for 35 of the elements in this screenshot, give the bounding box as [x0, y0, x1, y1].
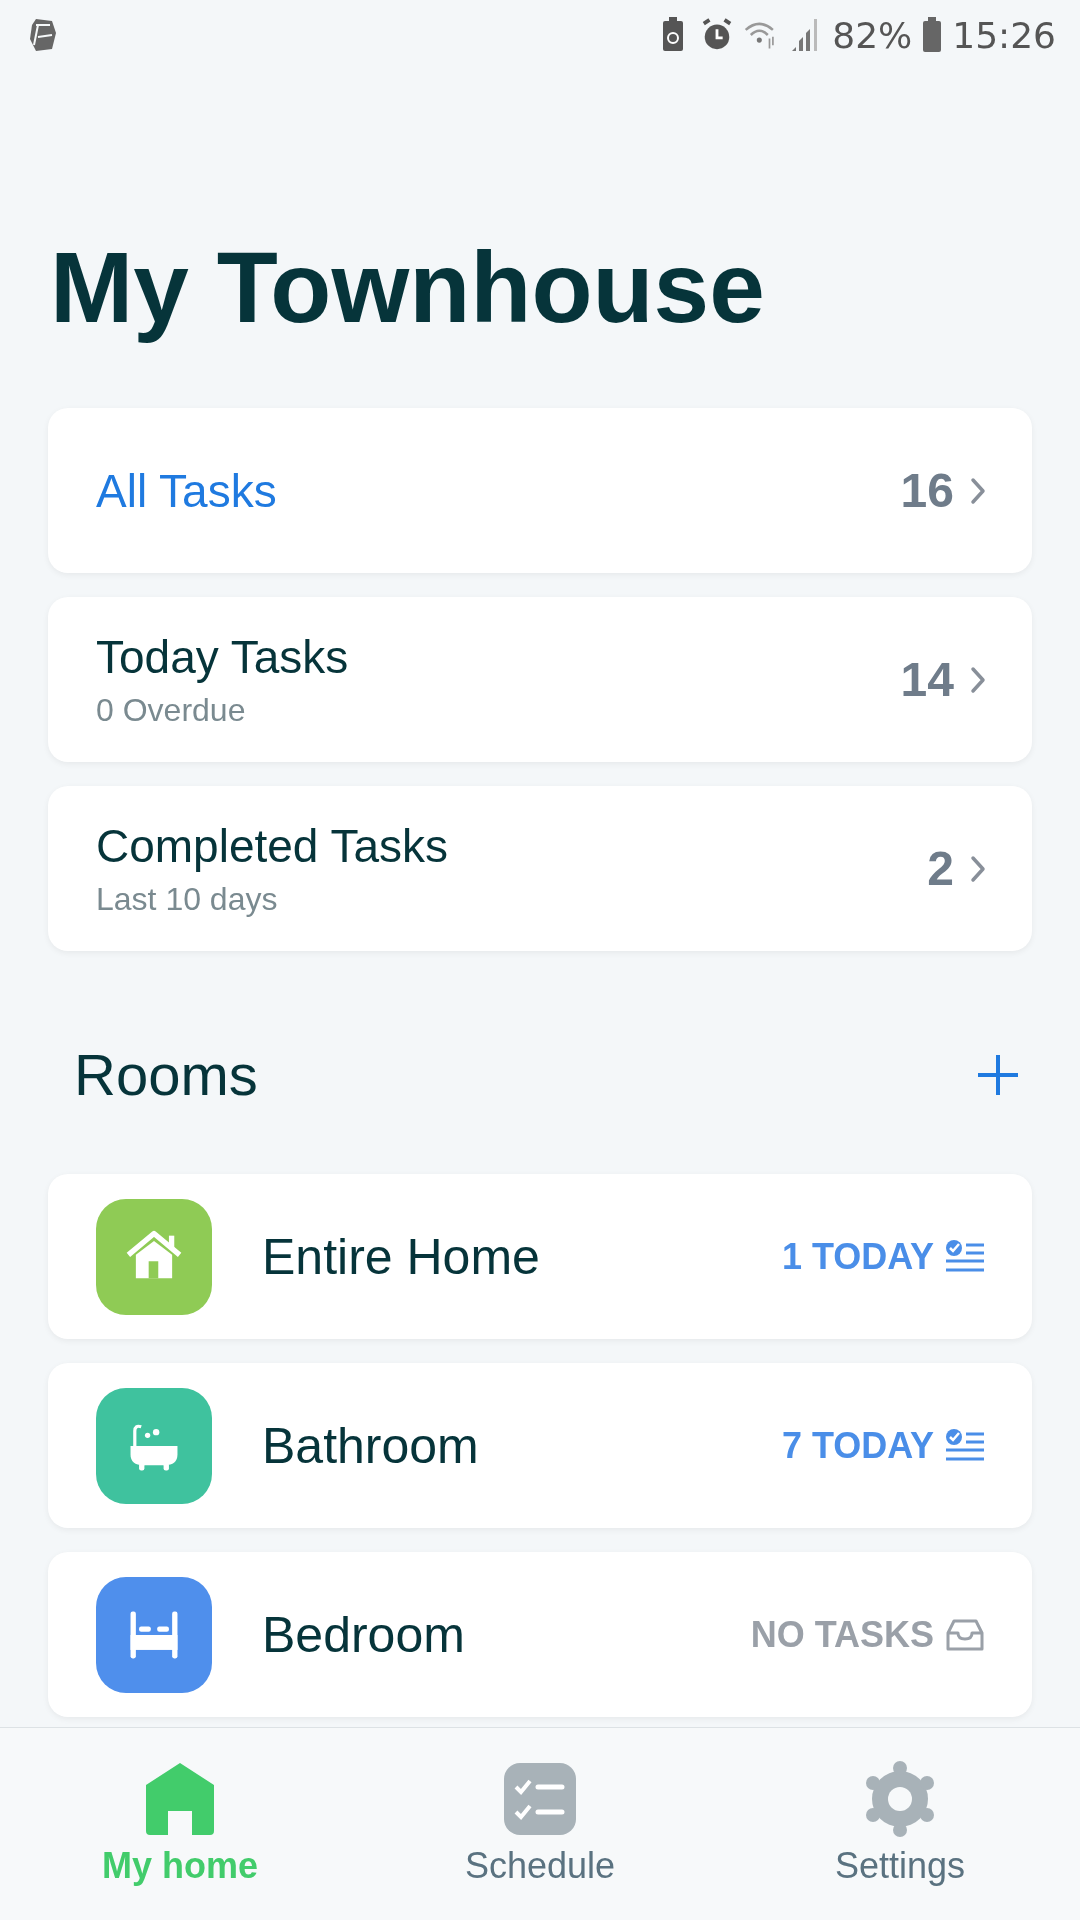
task-list-card[interactable]: Completed Tasks Last 10 days 2: [48, 786, 1032, 951]
room-card[interactable]: Entire Home 1 TODAY: [48, 1174, 1032, 1339]
room-name: Bathroom: [262, 1416, 480, 1475]
task-count: 14: [900, 652, 954, 707]
task-list-title: Completed Tasks: [96, 819, 449, 873]
battery-percent: 82%: [832, 14, 913, 56]
room-card[interactable]: Bedroom NO TASKS: [48, 1552, 1032, 1717]
clock: 15:26: [952, 14, 1056, 56]
section-title: Rooms: [74, 1041, 258, 1108]
add-icon[interactable]: [976, 1052, 1020, 1097]
task-list-card[interactable]: Today Tasks 0 Overdue 14: [48, 597, 1032, 762]
room-task-status: NO TASKS: [750, 1613, 934, 1656]
app-logo-icon: [28, 17, 58, 53]
checklist-icon: [944, 1427, 986, 1464]
nav-tab[interactable]: Settings: [750, 1761, 1050, 1887]
task-count: 2: [927, 841, 954, 896]
task-list-subtitle: Last 10 days: [96, 881, 279, 918]
checklist-icon: [502, 1761, 578, 1837]
chevron-right-icon: [970, 665, 986, 694]
nav-tab[interactable]: Schedule: [390, 1761, 690, 1887]
room-card[interactable]: Bathroom 7 TODAY: [48, 1363, 1032, 1528]
task-list-title: All Tasks: [96, 463, 278, 518]
task-list-subtitle: 0 Overdue: [96, 692, 247, 729]
room-name: Bedroom: [262, 1605, 466, 1664]
checklist-icon: [944, 1238, 986, 1275]
task-list-title: Today Tasks: [96, 630, 350, 684]
room-task-status: 7 TODAY: [781, 1424, 934, 1467]
task-count: 16: [900, 463, 954, 518]
room-task-status: 1 TODAY: [781, 1235, 934, 1278]
page-title: My Townhouse: [50, 232, 766, 342]
chevron-right-icon: [970, 854, 986, 883]
chevron-right-icon: [970, 476, 986, 505]
task-list-card[interactable]: All Tasks 16: [48, 408, 1032, 573]
battery-icon: [922, 17, 943, 53]
room-name: Entire Home: [262, 1227, 541, 1286]
